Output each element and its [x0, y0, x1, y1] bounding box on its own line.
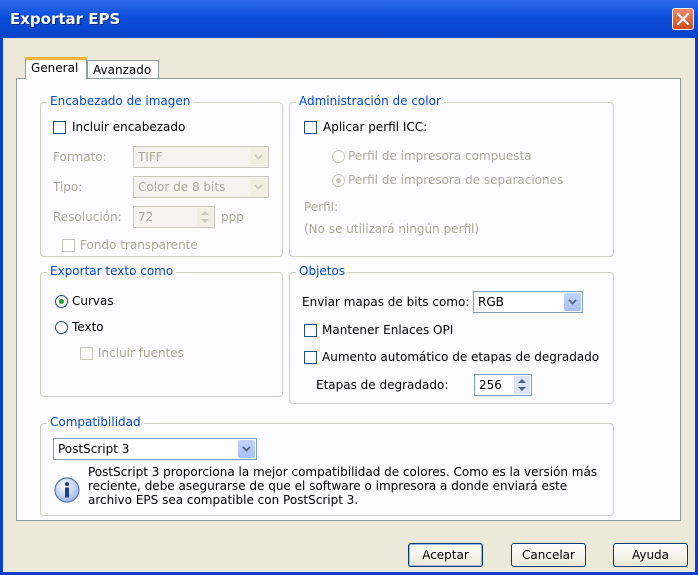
bitmaps-select[interactable]: RGB	[473, 291, 583, 313]
steps-value: 256	[479, 378, 502, 392]
bitmaps-value: RGB	[478, 295, 504, 309]
compatibility-legend: Compatibilidad	[47, 415, 144, 429]
type-dropdown-arrow[interactable]	[250, 178, 267, 196]
separations-profile-label: Perfil de impresora de separaciones	[348, 173, 564, 187]
composite-profile-radio[interactable]	[332, 150, 345, 163]
keep-opi-checkbox[interactable]	[304, 324, 317, 337]
chevron-down-icon	[568, 299, 577, 305]
tab-panel-general: Encabezado de imagen Incluir encabezado …	[16, 78, 681, 521]
chevron-down-icon	[254, 184, 263, 190]
auto-steps-checkbox[interactable]	[304, 351, 317, 364]
curves-radio[interactable]	[55, 295, 68, 308]
steps-spin-buttons[interactable]	[514, 376, 530, 394]
help-button[interactable]: Ayuda	[613, 543, 688, 567]
chevron-down-icon	[242, 446, 251, 452]
resolution-spin-buttons[interactable]	[197, 208, 213, 226]
compat-info-line-1: PostScript 3 proporciona la mejor compat…	[88, 465, 598, 479]
curves-label: Curvas	[72, 294, 114, 308]
resolution-spinner[interactable]: 72	[133, 206, 215, 228]
profile-label: Perfil:	[304, 200, 339, 214]
chevron-down-icon	[254, 154, 263, 160]
compat-info-line-2: reciente, debe asegurarse de que el soft…	[88, 479, 568, 493]
compatibility-select[interactable]: PostScript 3	[53, 438, 257, 460]
text-label: Texto	[72, 320, 104, 334]
steps-label: Etapas de degradado:	[316, 378, 449, 392]
image-header-group: Encabezado de imagen Incluir encabezado …	[40, 94, 283, 257]
text-radio[interactable]	[55, 321, 68, 334]
objects-group: Objetos Enviar mapas de bits como: RGB M…	[289, 264, 614, 404]
resolution-unit: ppp	[221, 210, 244, 224]
color-management-legend: Administración de color	[296, 94, 444, 108]
steps-spinner[interactable]: 256	[474, 374, 532, 396]
format-value: TIFF	[138, 150, 163, 164]
export-eps-dialog: Exportar EPS General Avanzado Encabezado…	[0, 0, 698, 575]
bitmaps-dropdown-arrow[interactable]	[564, 293, 581, 311]
resolution-label: Resolución:	[53, 210, 122, 224]
type-select[interactable]: Color de 8 bits	[133, 176, 269, 198]
auto-steps-label: Aumento automático de etapas de degradad…	[322, 350, 600, 364]
ok-button[interactable]: Aceptar	[408, 543, 483, 567]
separations-profile-radio[interactable]	[332, 174, 345, 187]
compatibility-value: PostScript 3	[58, 442, 130, 456]
compatibility-dropdown-arrow[interactable]	[238, 440, 255, 458]
spin-arrows-icon	[518, 379, 526, 391]
title-bar[interactable]: Exportar EPS	[0, 0, 698, 38]
objects-legend: Objetos	[296, 264, 349, 278]
transparent-bg-checkbox[interactable]	[62, 239, 75, 252]
keep-opi-label: Mantener Enlaces OPI	[322, 323, 454, 337]
tab-general-label: General	[31, 61, 79, 75]
apply-icc-label: Aplicar perfil ICC:	[323, 120, 428, 134]
resolution-value: 72	[138, 210, 154, 224]
apply-icc-checkbox[interactable]	[304, 121, 317, 134]
image-header-legend: Encabezado de imagen	[47, 94, 194, 108]
window-title: Exportar EPS	[10, 10, 121, 28]
compatibility-group: Compatibilidad PostScript 3 PostScript 3…	[40, 415, 614, 516]
type-label: Tipo:	[53, 180, 83, 194]
transparent-bg-label: Fondo transparente	[80, 238, 198, 252]
compat-info-line-3: archivo EPS sea compatible con PostScrip…	[88, 493, 359, 507]
tab-general[interactable]: General	[25, 57, 87, 79]
format-dropdown-arrow[interactable]	[250, 148, 267, 166]
tab-avanzado-label: Avanzado	[93, 63, 152, 77]
type-value: Color de 8 bits	[138, 180, 226, 194]
include-fonts-checkbox[interactable]	[80, 347, 93, 360]
profile-value: (No se utilizará ningún perfil)	[304, 222, 480, 236]
format-select[interactable]: TIFF	[133, 146, 269, 168]
cancel-button[interactable]: Cancelar	[511, 543, 586, 567]
color-management-group: Administración de color Aplicar perfil I…	[289, 94, 614, 257]
format-label: Formato:	[53, 150, 107, 164]
bitmaps-label: Enviar mapas de bits como:	[302, 295, 470, 309]
include-header-label: Incluir encabezado	[72, 120, 186, 134]
close-button[interactable]	[672, 8, 694, 30]
tab-avanzado[interactable]: Avanzado	[87, 60, 159, 79]
composite-profile-label: Perfil de impresora compuesta	[348, 149, 532, 163]
include-header-checkbox[interactable]	[53, 121, 66, 134]
include-fonts-label: Incluir fuentes	[98, 346, 184, 360]
export-text-legend: Exportar texto como	[47, 264, 177, 278]
export-text-group: Exportar texto como Curvas Texto Incluir…	[40, 264, 283, 397]
close-icon	[676, 12, 690, 26]
info-icon	[54, 477, 80, 503]
spin-arrows-icon	[201, 211, 209, 223]
